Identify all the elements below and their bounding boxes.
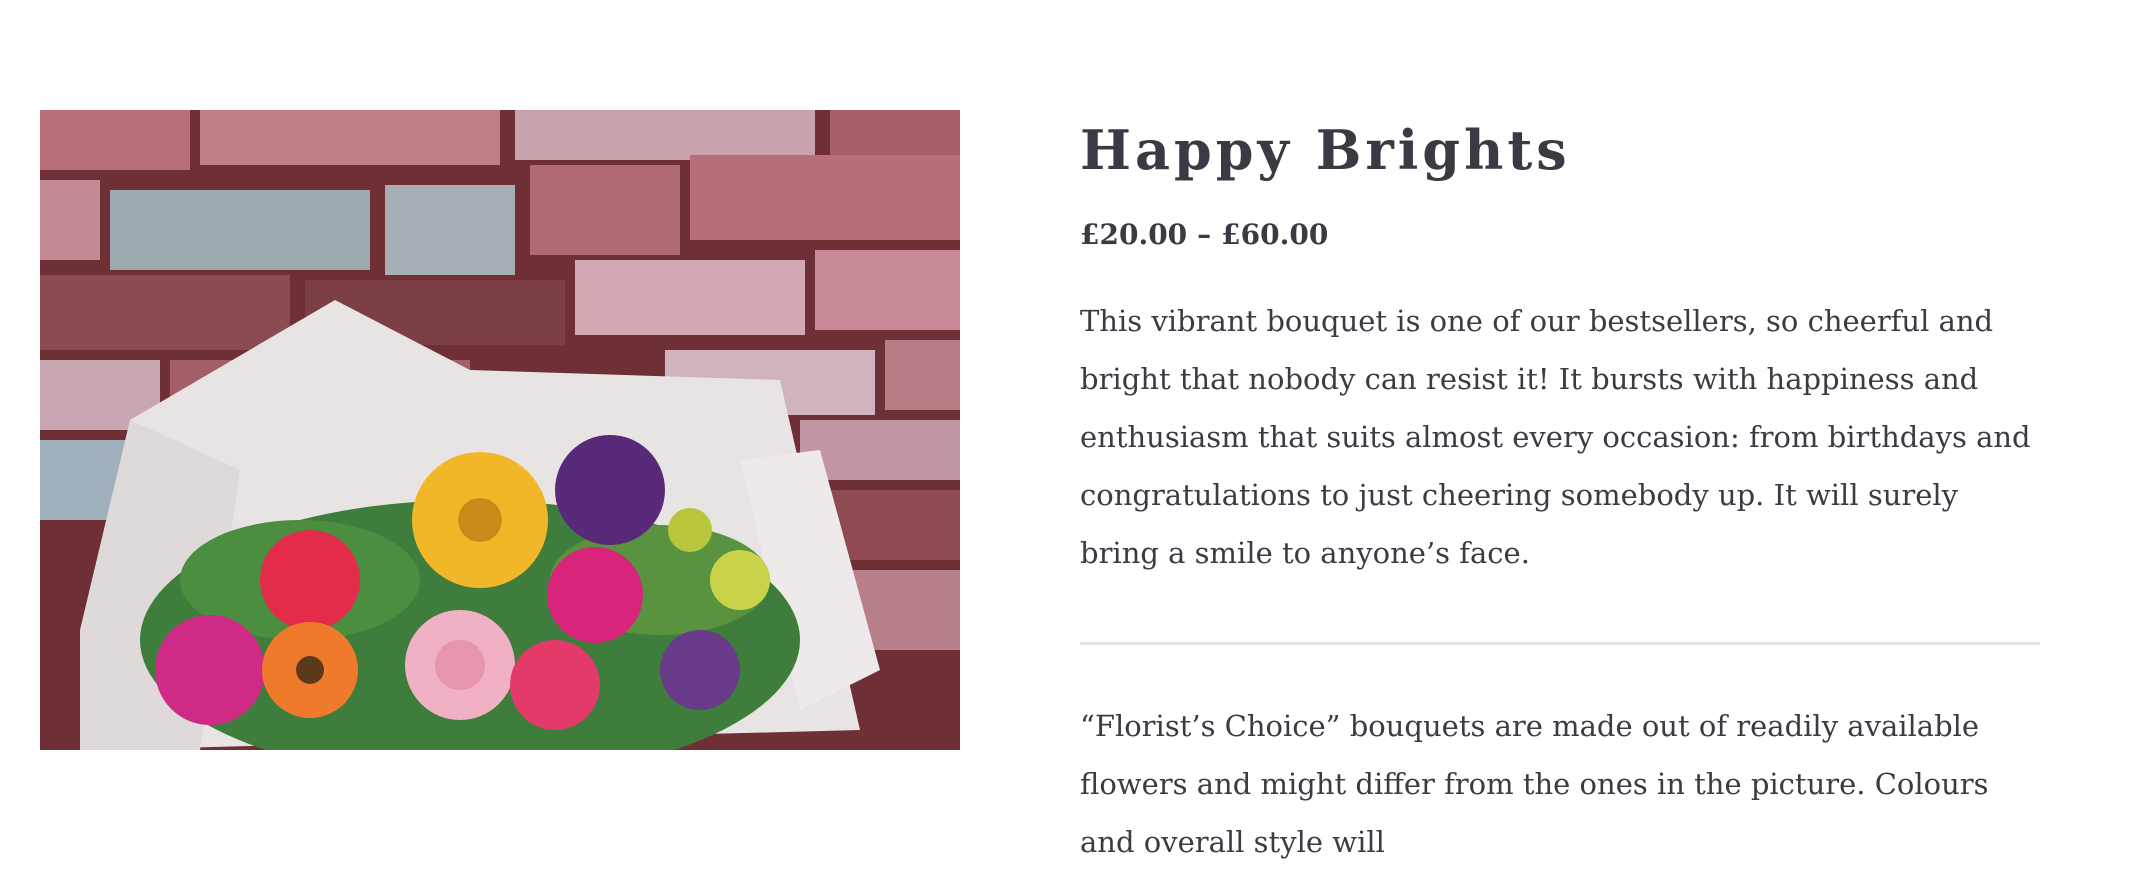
bouquet-photo [40, 110, 960, 750]
product-title: Happy Brights [1080, 118, 1571, 182]
product-image[interactable] [40, 110, 960, 750]
product-description: This vibrant bouquet is one of our bests… [1080, 304, 2031, 570]
price-separator: – [1197, 218, 1212, 251]
product-summary: Happy Brights £20.00– £60.00 This vibrant… [1080, 110, 2040, 871]
divider [1080, 642, 2040, 645]
product-price-range: £20.00– £60.00 [1080, 210, 2040, 260]
florist-choice-note: “Florist’s Choice” bouquets are made out… [1080, 709, 1989, 859]
price-max: £60.00 [1221, 218, 1329, 251]
price-min: £20.00 [1080, 218, 1188, 251]
